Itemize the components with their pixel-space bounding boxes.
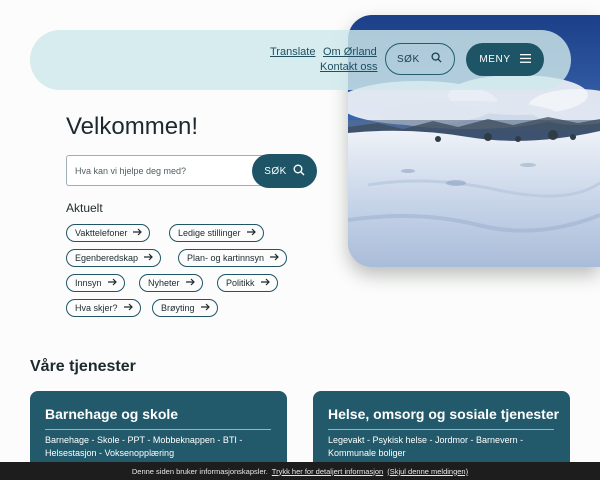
chip-label: Egenberedskap (75, 253, 139, 263)
chip-nyheter[interactable]: Nyheter (139, 274, 203, 292)
cookie-info-link[interactable]: Trykk her for detaljert informasjon (272, 467, 383, 476)
chip-label: Nyheter (148, 278, 180, 288)
service-card-title: Barnehage og skole (45, 406, 179, 422)
header-search-button[interactable]: SØK (385, 43, 455, 75)
service-card-title: Helse, omsorg og sosiale tjenester (328, 406, 560, 422)
page-title: Velkommen! (66, 113, 199, 140)
arrow-right-icon (144, 253, 153, 263)
cookie-text: Denne siden bruker informasjonskapsler. (131, 466, 268, 476)
main-search-button[interactable]: SØK (252, 154, 317, 188)
chip-plan-og-kartinnsyn[interactable]: Plan- og kartinnsyn (178, 249, 288, 267)
arrow-right-icon (107, 278, 117, 288)
card-divider (45, 429, 271, 430)
arrow-right-icon (123, 303, 133, 313)
chip-hva-skjer[interactable]: Hva skjer? (66, 299, 141, 317)
card-divider (328, 429, 554, 430)
translate-link[interactable]: Translate (270, 46, 315, 58)
main-search-label: SØK (264, 165, 287, 177)
arrow-right-icon (246, 228, 256, 238)
arrow-right-icon (270, 253, 279, 263)
chip-label: Politikk (226, 278, 255, 288)
menu-button[interactable]: MENY (466, 43, 544, 76)
chip-egenberedskap[interactable]: Egenberedskap (66, 249, 162, 267)
arrow-right-icon (185, 278, 195, 288)
chip-vakttelefoner[interactable]: Vakttelefoner (66, 224, 151, 242)
arrow-right-icon (260, 278, 270, 288)
om-orland-link[interactable]: Om Ørland (323, 46, 377, 58)
chip-politikk[interactable]: Politikk (217, 274, 278, 292)
header-search-label: SØK (397, 53, 420, 65)
chip-label: Ledige stillinger (178, 228, 241, 238)
cookie-dismiss-link[interactable]: (Skjul denne meldingen) (387, 467, 468, 476)
services-heading: Våre tjenester (30, 358, 136, 375)
service-card-links[interactable]: Legevakt - Psykisk helse - Jordmor - Bar… (328, 434, 556, 460)
arrow-right-icon (200, 303, 210, 313)
chip-innsyn[interactable]: Innsyn (66, 274, 125, 292)
chip-label: Hva skjer? (75, 303, 118, 313)
chip-label: Innsyn (75, 278, 102, 288)
service-card-links[interactable]: Barnehage - Skole - PPT - Mobbeknappen -… (45, 434, 273, 460)
search-icon (293, 164, 305, 179)
arrow-right-icon (133, 228, 143, 238)
chip-broyting[interactable]: Brøyting (152, 299, 218, 317)
kontakt-oss-link[interactable]: Kontakt oss (320, 61, 377, 73)
chip-ledige-stillinger[interactable]: Ledige stillinger (169, 224, 264, 242)
search-icon (431, 52, 442, 66)
cookie-notice: Denne siden bruker informasjonskapsler. … (0, 462, 600, 480)
menu-label: MENY (479, 54, 511, 65)
aktuelt-heading: Aktuelt (66, 201, 103, 215)
chip-label: Vakttelefoner (75, 228, 128, 238)
main-search-input[interactable] (66, 155, 266, 186)
chip-label: Brøyting (161, 303, 195, 313)
site-header: Translate Om Ørland Kontakt oss SØK MENY (30, 30, 571, 90)
hamburger-icon (519, 53, 531, 66)
chip-label: Plan- og kartinnsyn (187, 253, 265, 263)
